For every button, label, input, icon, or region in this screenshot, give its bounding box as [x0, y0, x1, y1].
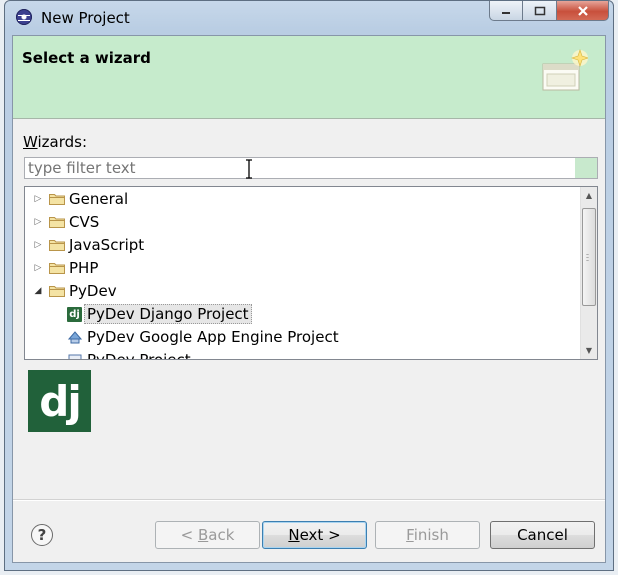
scroll-up-icon[interactable]: ▲ — [581, 187, 597, 204]
button-separator — [13, 499, 605, 501]
tree-item-label: JavaScript — [69, 236, 145, 254]
minimize-icon — [502, 11, 510, 14]
finish-label: inish — [413, 526, 449, 544]
window-title: New Project — [41, 9, 130, 27]
django-logo: dj — [28, 370, 91, 432]
folder-open-icon — [49, 286, 65, 297]
banner-title: Select a wizard — [22, 49, 151, 67]
close-icon — [577, 5, 588, 16]
help-button[interactable]: ? — [31, 524, 53, 546]
google-app-engine-icon — [67, 331, 83, 344]
finish-mnemonic: F — [406, 526, 414, 544]
title-bar[interactable]: New Project — [5, 1, 613, 35]
tree-item-general[interactable]: ▷ General — [33, 188, 129, 210]
expand-arrow-icon[interactable]: ▷ — [33, 194, 43, 204]
tree-item-label: PyDev Project — [87, 351, 191, 360]
next-button[interactable]: Next > — [262, 521, 367, 549]
folder-icon — [49, 194, 65, 205]
back-prefix: < — [180, 526, 198, 544]
tree-item-pydev-project[interactable]: PyDev Project — [67, 349, 191, 360]
grip-icon: – – – — [586, 251, 589, 264]
tree-item-php[interactable]: ▷ PHP — [33, 257, 99, 279]
maximize-icon — [534, 6, 545, 15]
wizard-banner: Select a wizard — [13, 36, 605, 119]
cancel-button[interactable]: Cancel — [490, 521, 595, 549]
folder-icon — [49, 217, 65, 228]
wizard-tree[interactable]: ▷ General ▷ CVS ▷ JavaScript ▷ PHP ◢ PyD… — [24, 186, 598, 360]
tree-item-pydev[interactable]: ◢ PyDev — [33, 280, 117, 302]
tree-item-pydev-django-project[interactable]: dj PyDev Django Project — [67, 303, 252, 325]
filter-clear-area[interactable] — [575, 158, 597, 178]
expand-arrow-icon[interactable]: ▷ — [33, 217, 43, 227]
minimize-button[interactable] — [489, 1, 523, 21]
eclipse-icon — [16, 9, 32, 25]
back-mnemonic: B — [197, 526, 209, 544]
filter-input[interactable] — [24, 157, 598, 179]
dialog-body: Select a wizard Wizards: ▷ General — [12, 35, 606, 563]
text-cursor-icon — [246, 159, 252, 179]
django-icon: dj — [67, 306, 82, 322]
scroll-down-icon[interactable]: ▼ — [581, 342, 597, 359]
next-mnemonic: N — [288, 526, 300, 544]
wizards-label-text: izards: — [37, 133, 88, 151]
expand-arrow-icon[interactable]: ▷ — [33, 240, 43, 250]
tree-item-label: PyDev Django Project — [84, 304, 252, 324]
window-controls — [489, 1, 609, 21]
expand-arrow-icon[interactable]: ▷ — [33, 263, 43, 273]
new-project-dialog: New Project Select a wizard Wizards: typ… — [4, 0, 614, 571]
wizard-banner-icon — [542, 49, 588, 91]
next-label: ext > — [299, 526, 341, 544]
tree-item-label: CVS — [69, 213, 100, 231]
tree-scrollbar[interactable]: ▲ – – – ▼ — [580, 187, 597, 359]
tree-item-label: PyDev — [69, 282, 117, 300]
tree-item-label: PyDev Google App Engine Project — [87, 328, 339, 346]
pydev-icon — [68, 354, 82, 359]
tree-item-label: General — [69, 190, 129, 208]
folder-icon — [49, 263, 65, 274]
scrollbar-thumb[interactable]: – – – — [582, 208, 596, 306]
collapse-arrow-icon[interactable]: ◢ — [33, 286, 43, 296]
back-label: ack — [208, 526, 235, 544]
tree-item-cvs[interactable]: ▷ CVS — [33, 211, 100, 233]
wizards-label: Wizards: — [23, 133, 87, 151]
finish-button[interactable]: Finish — [375, 521, 480, 549]
close-button[interactable] — [557, 1, 609, 21]
wizard-panel: Wizards: ▷ General ▷ CVS ▷ — [13, 119, 605, 562]
wizards-label-mnemonic: W — [23, 133, 38, 151]
back-button[interactable]: < Back — [155, 521, 260, 549]
tree-item-javascript[interactable]: ▷ JavaScript — [33, 234, 145, 256]
tree-item-label: PHP — [69, 259, 99, 277]
maximize-button[interactable] — [523, 1, 557, 21]
folder-icon — [49, 240, 65, 251]
tree-item-pydev-google-app-engine-project[interactable]: PyDev Google App Engine Project — [67, 326, 339, 348]
